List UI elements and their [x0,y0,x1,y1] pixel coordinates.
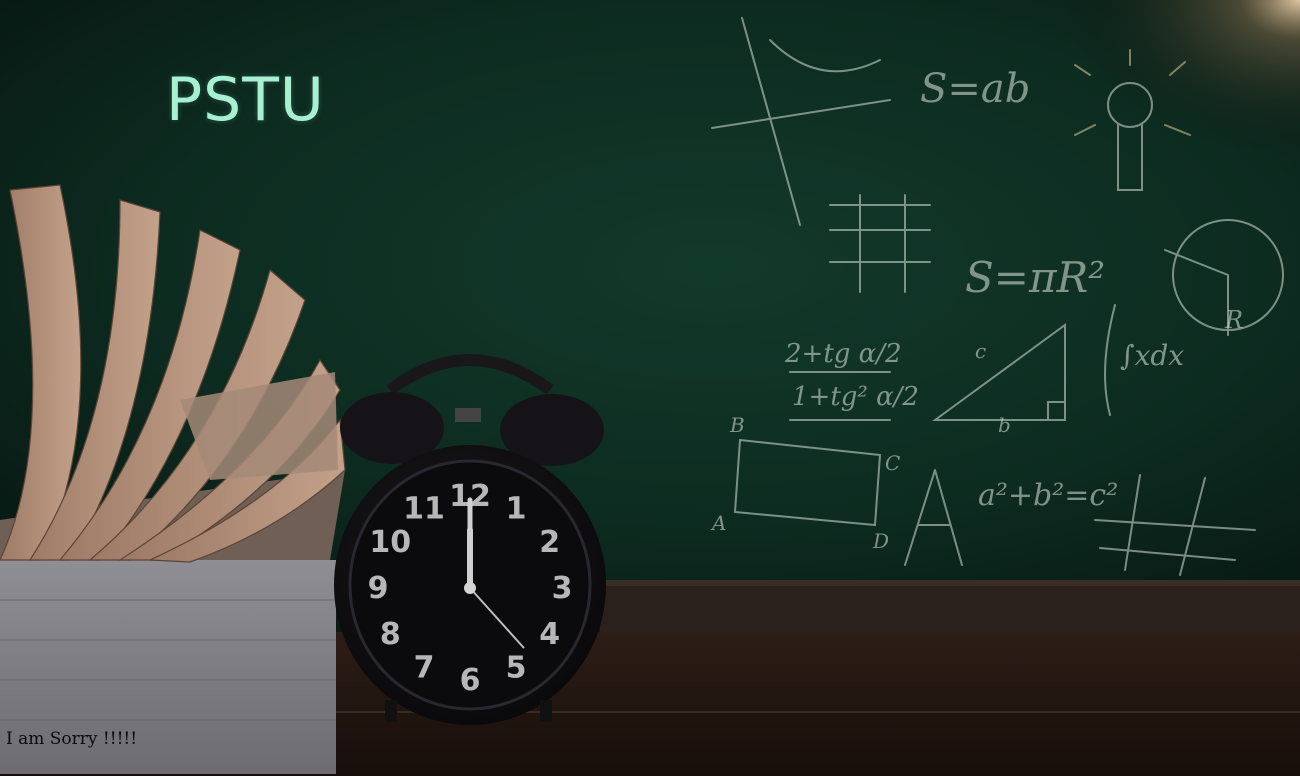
photo-scene: S=ab S=πR² 2+tg α/2 1+tg² α/2 ∫xdx a²+b²… [0,0,1300,776]
clock-number: 2 [539,525,560,560]
clock-number: 5 [506,651,527,686]
chalk-formula: 2+tg α/2 [784,339,902,369]
chalk-ledge-edge [600,580,1300,586]
apology-caption: I am Sorry !!!!! [6,729,138,749]
clock-number: 1 [506,491,527,526]
chalk-formula: S=ab [920,66,1030,112]
clock-center-pin [464,582,476,594]
chalk-label: A [710,511,726,535]
chalk-label: B [729,413,745,437]
chalk-ledge [600,580,1300,632]
chalk-formula: S=πR² [965,253,1105,302]
clock-foot-left [385,700,397,722]
clock-hammer [455,408,481,422]
chalk-formula: a²+b²=c² [978,478,1118,513]
alarm-clock: 12 1234567891011 [334,354,606,725]
clock-number: 4 [539,617,560,652]
clock-number: 3 [552,571,573,606]
clock-number: 8 [380,617,401,652]
chalk-label: b [998,413,1011,437]
chalk-label: D [872,529,889,553]
chalk-formula: ∫xdx [1120,339,1184,372]
clock-number: 7 [414,651,435,686]
chalk-label: R [1224,306,1243,334]
clock-number: 9 [368,571,389,606]
chalk-formula: 1+tg² α/2 [792,382,919,412]
clock-number: 6 [460,663,481,698]
clock-number: 10 [369,525,411,560]
page-title: PSTU [166,65,325,135]
clock-foot-right [540,700,552,722]
clock-number: 11 [403,491,445,526]
chalk-label: c [975,339,986,363]
chalk-label: C [885,451,900,475]
